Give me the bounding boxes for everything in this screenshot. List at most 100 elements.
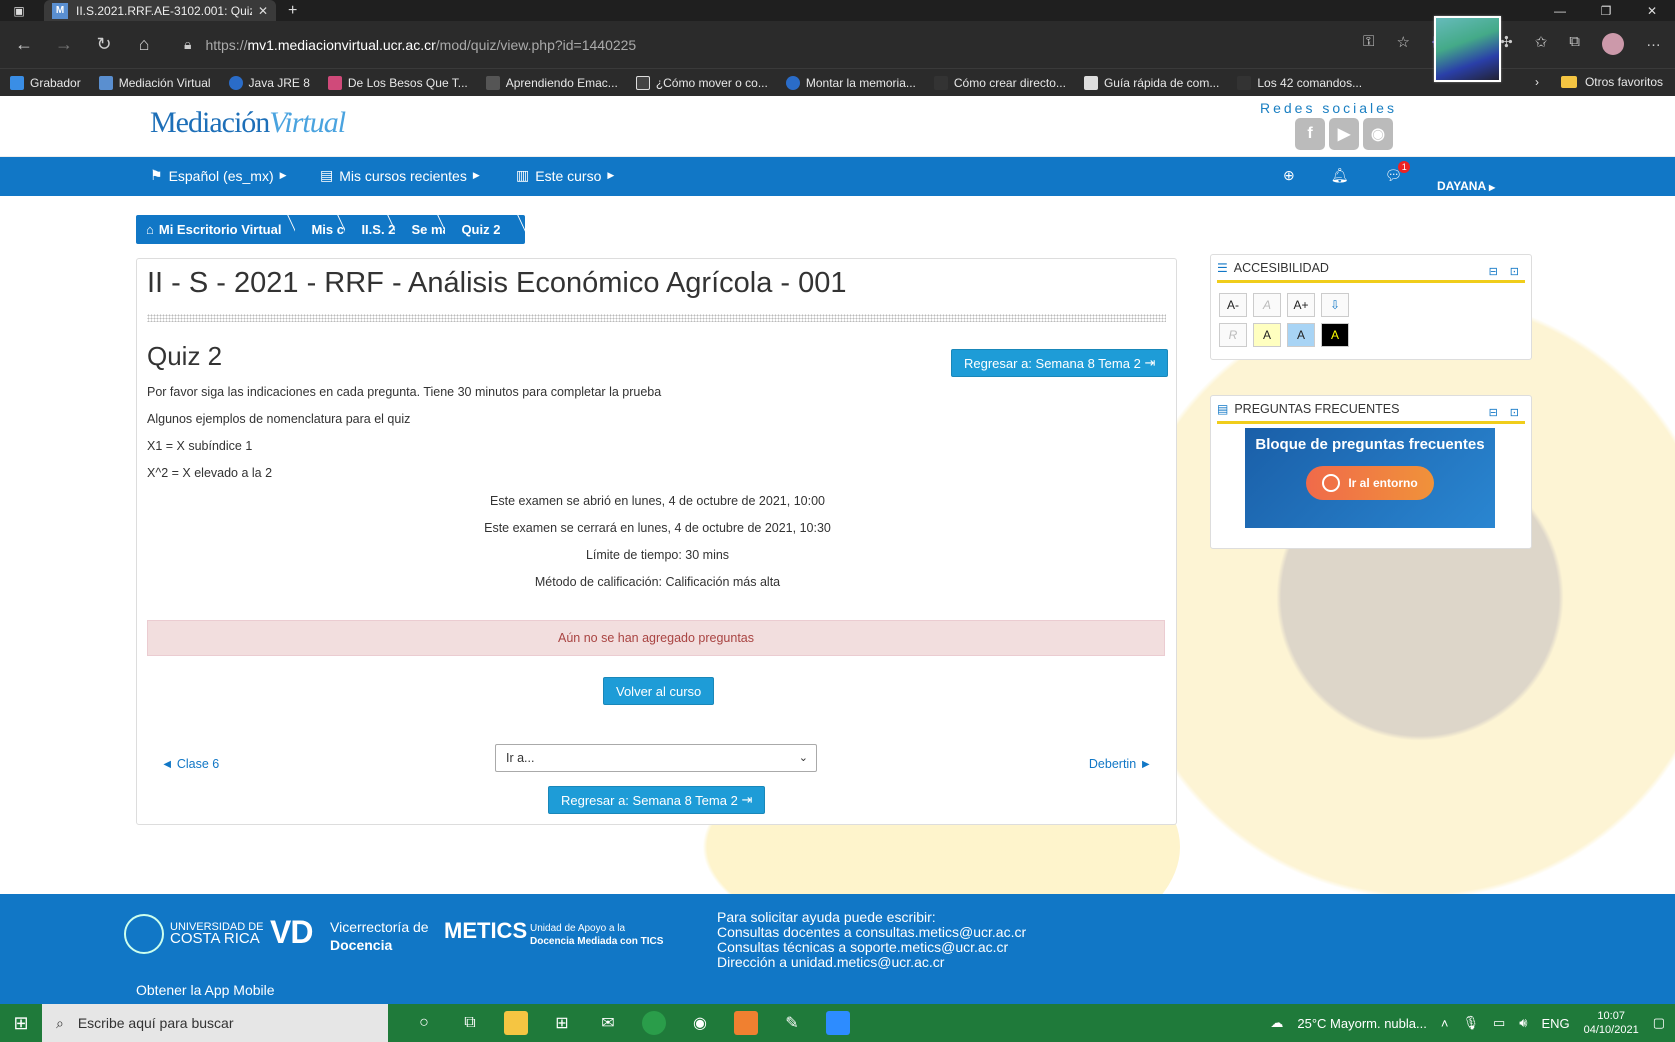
accessibility-icon[interactable]: ⊕ [1283, 167, 1295, 184]
chevron-up-icon[interactable]: ˄ [1441, 1016, 1449, 1031]
weather-icon[interactable]: ☁ [1270, 1015, 1283, 1031]
faq-banner-button[interactable]: Ir al entorno [1306, 466, 1434, 500]
web-icon[interactable]: ◉ [1363, 118, 1393, 150]
jump-to-select[interactable]: Ir a... ⌄ [495, 744, 817, 772]
bookmark-item[interactable]: Cómo crear directo... [933, 75, 1066, 90]
paint-icon[interactable]: ✎ [780, 1011, 804, 1035]
recent-courses-menu[interactable]: ▤ Mis cursos recientes ▶ [320, 167, 480, 184]
back-to-course-button[interactable]: Volver al curso [603, 677, 715, 705]
this-course-menu[interactable]: ▥ Este curso ▶ [516, 167, 614, 184]
taskbar-search[interactable]: ⌕ Escribe aquí para buscar [42, 1004, 388, 1042]
microphone-icon[interactable]: 🎙︎ [1462, 1015, 1479, 1031]
collapse-icon[interactable]: ⊟ [1489, 265, 1498, 278]
windows-start-icon[interactable]: ⊞ [0, 1004, 42, 1042]
reset-font-button[interactable]: A [1253, 293, 1281, 317]
breadcrumb-item-home[interactable]: ⌂ Mi Escritorio Virtual [136, 215, 295, 244]
bookmark-item[interactable]: Mediación Virtual [98, 75, 211, 90]
new-tab-icon[interactable]: + [288, 2, 297, 20]
bookmark-item[interactable]: De Los Besos Que T... [327, 75, 468, 90]
user-avatar[interactable] [1434, 16, 1501, 82]
pdf-app-icon[interactable] [734, 1011, 758, 1035]
store-icon[interactable]: ⊞ [550, 1011, 574, 1035]
favorite-add-icon[interactable]: ☆ [1396, 33, 1409, 55]
reset-colors-button[interactable]: R [1219, 323, 1247, 347]
save-settings-icon[interactable]: ⇩ [1321, 293, 1349, 317]
ucr-logo[interactable]: UNIVERSIDAD DE COSTA RICA [124, 914, 264, 954]
decrease-font-button[interactable]: A- [1219, 293, 1247, 317]
cortana-icon[interactable]: ○ [412, 1011, 436, 1035]
back-icon[interactable]: ← [4, 34, 44, 55]
site-logo[interactable]: MediaciónVirtual [150, 106, 346, 140]
camera-app-icon[interactable]: ◉ [688, 1011, 712, 1035]
more-menu-icon[interactable]: … [1646, 33, 1661, 55]
clock[interactable]: 10:07 04/10/2021 [1584, 1009, 1639, 1037]
breadcrumb-item[interactable]: II.S. 202... [345, 215, 395, 244]
close-window-icon[interactable]: ✕ [1629, 0, 1675, 21]
bookmark-item[interactable]: Guía rápida de com... [1083, 75, 1219, 90]
task-view-icon[interactable]: ⧉ [458, 1011, 482, 1035]
minimize-icon[interactable]: — [1537, 0, 1583, 21]
calendar-icon: ▤ [1217, 401, 1229, 416]
social-links: f ▶ ◉ [1295, 118, 1393, 150]
bookmark-item[interactable]: Aprendiendo Emac... [485, 75, 618, 90]
bookmark-item[interactable]: ¿Cómo mover o co... [635, 75, 768, 90]
dock-icon[interactable]: ⊡ [1510, 265, 1519, 278]
key-icon[interactable]: ⚿ [1363, 33, 1374, 55]
site-footer: UNIVERSIDAD DE COSTA RICA VD Vicerrectorí… [0, 894, 1675, 1004]
file-explorer-icon[interactable] [504, 1011, 528, 1035]
next-activity-link[interactable]: Debertin ► [1089, 757, 1152, 771]
url-bar[interactable]: 🔒︎ https:// mv1.mediacionvirtual.ucr.ac.… [184, 29, 1384, 60]
breadcrumb-item[interactable]: Se ma... [395, 215, 445, 244]
favorites-icon[interactable]: ✩ [1535, 33, 1548, 55]
browser-profile-avatar[interactable] [1602, 33, 1624, 55]
chevron-right-icon[interactable]: › [1535, 75, 1539, 89]
lock-icon[interactable]: 🔒︎ [184, 36, 191, 53]
increase-font-button[interactable]: A+ [1287, 293, 1315, 317]
return-section-button[interactable]: Regresar a: Semana 8 Tema 2 ⇥ [951, 349, 1169, 377]
home-icon[interactable]: ⌂ [124, 34, 164, 55]
restore-icon[interactable]: ❐ [1583, 0, 1629, 21]
edge-icon[interactable] [642, 1011, 666, 1035]
other-favorites[interactable]: Otros favoritos [1585, 75, 1663, 89]
language-menu[interactable]: ⚑ Español (es_mx) ▶ [150, 167, 287, 184]
bookmark-icon [98, 75, 113, 90]
bookmark-item[interactable]: Java JRE 8 [228, 75, 310, 90]
puzzle-icon[interactable]: ✣ [1500, 33, 1513, 55]
url-host: mv1.mediacionvirtual.ucr.ac.cr [247, 36, 436, 53]
course-title: II - S - 2021 - RRF - Análisis Económico… [147, 267, 847, 299]
get-mobile-app-link[interactable]: Obtener la App Mobile [136, 982, 275, 998]
faq-banner[interactable]: Bloque de preguntas frecuentes Ir al ent… [1245, 428, 1495, 528]
yellow-scheme-button[interactable]: A [1253, 323, 1281, 347]
bookmark-item[interactable]: Los 42 comandos... [1237, 75, 1362, 90]
youtube-icon[interactable]: ▶ [1329, 118, 1359, 150]
bookmark-icon [1237, 75, 1252, 90]
bell-icon[interactable]: 🔔︎ [1331, 167, 1349, 184]
home-icon: ⌂ [146, 222, 154, 237]
tab-actions-icon[interactable]: ▣ [8, 0, 30, 21]
breadcrumb-item-current[interactable]: Quiz 2 [445, 215, 525, 244]
blue-scheme-button[interactable]: A [1287, 323, 1315, 347]
bookmark-item[interactable]: Montar la memoria... [785, 75, 916, 90]
facebook-icon[interactable]: f [1295, 118, 1325, 150]
language-indicator[interactable]: ENG [1541, 1016, 1569, 1031]
notifications-icon[interactable]: ▢ [1653, 1015, 1665, 1031]
weather-text[interactable]: 25°C Mayorm. nubla... [1297, 1016, 1426, 1031]
refresh-icon[interactable]: ↻ [84, 34, 124, 55]
collapse-icon[interactable]: ⊟ [1489, 406, 1498, 419]
message-icon[interactable]: 💬︎ 1 [1385, 161, 1411, 184]
bookmark-item[interactable]: Grabador [10, 75, 81, 90]
zoom-icon[interactable] [826, 1011, 850, 1035]
close-tab-icon[interactable]: ✕ [258, 4, 268, 18]
forward-icon[interactable]: → [44, 34, 84, 55]
breadcrumb-item[interactable]: Mis cur... [295, 215, 345, 244]
browser-tab-active[interactable]: M II.S.2021.RRF.AE-3102.001: Quiz 2 ✕ [44, 0, 276, 21]
mail-icon[interactable]: ✉ [596, 1011, 620, 1035]
return-section-button-bottom[interactable]: Regresar a: Semana 8 Tema 2 ⇥ [548, 786, 766, 814]
network-icon[interactable]: ▭ [1493, 1015, 1505, 1031]
volume-icon[interactable]: 🔊︎ [1519, 1015, 1527, 1031]
dark-scheme-button[interactable]: A [1321, 323, 1349, 347]
dock-icon[interactable]: ⊡ [1510, 406, 1519, 419]
prev-activity-link[interactable]: ◄ Clase 6 [161, 757, 219, 771]
tab-collections-icon[interactable]: ⧉ [1569, 33, 1580, 55]
user-menu[interactable]: DAYANA ▶ [1437, 179, 1495, 193]
